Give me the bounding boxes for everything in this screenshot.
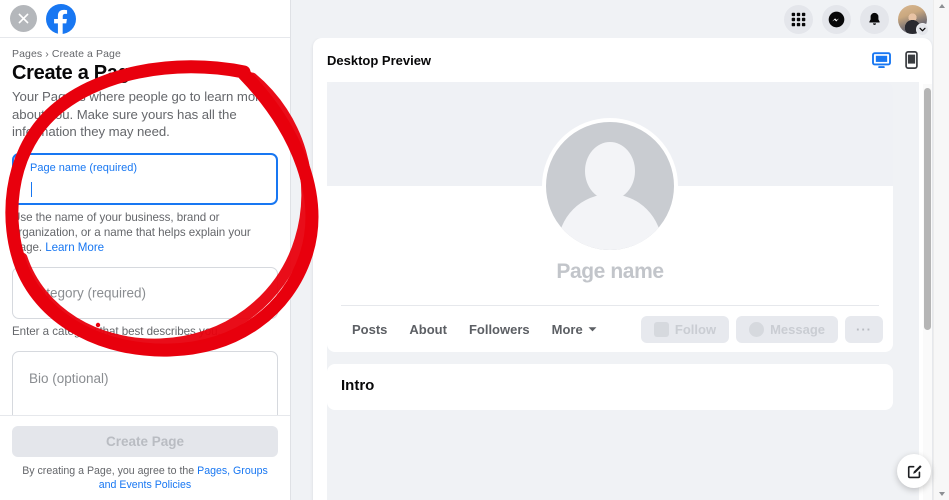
bio-label: Bio (optional)	[29, 370, 109, 386]
page-profile-avatar-icon	[542, 118, 678, 254]
sidebar-footer: Create Page By creating a Page, you agre…	[0, 415, 290, 500]
compose-glyph	[907, 464, 922, 478]
more-options-button[interactable]: ···	[845, 315, 883, 343]
follow-button[interactable]: Follow	[640, 315, 730, 343]
bell-glyph	[869, 12, 880, 25]
intro-card: Intro	[327, 364, 893, 410]
terms-text: By creating a Page, you agree to the Pag…	[12, 464, 278, 492]
terms-prefix: By creating a Page, you agree to the	[22, 465, 198, 477]
close-glyph	[18, 13, 29, 24]
chevron-down-glyph	[919, 27, 926, 31]
category-helper: Enter a category that best describes you…	[12, 324, 221, 338]
tab-followers[interactable]: Followers	[458, 322, 541, 337]
page-profile-block: Page name Posts About Followers More Fol…	[327, 118, 893, 352]
learn-more-link[interactable]: Learn More	[45, 241, 104, 254]
avatar[interactable]	[898, 4, 929, 36]
sidebar-topbar	[0, 0, 290, 38]
messenger-icon	[749, 321, 765, 337]
desktop-preview-panel: Desktop Preview Page name Posts About Fo…	[313, 38, 932, 500]
preview-title: Desktop Preview	[327, 52, 432, 68]
category-input[interactable]: Category (required)	[12, 266, 278, 319]
page-description: Your Page is where people go to learn mo…	[12, 89, 267, 139]
app-root: Pages › Create a Page Create a Page Your…	[0, 0, 949, 500]
page-name-helper: Use the name of your business, brand or …	[12, 210, 278, 255]
text-caret	[31, 181, 32, 197]
desktop-icon[interactable]	[872, 51, 891, 69]
intro-title: Intro	[341, 377, 375, 394]
preview-scroll-area: Page name Posts About Followers More Fol…	[327, 82, 919, 500]
facebook-logo-icon[interactable]	[46, 3, 76, 34]
tab-more[interactable]: More	[541, 322, 608, 337]
messenger-glyph	[828, 11, 845, 27]
page-title: Create a Page	[12, 62, 141, 84]
preview-scrollbar-track[interactable]	[923, 84, 932, 500]
tab-more-label: More	[551, 321, 583, 337]
top-navigation-bar	[291, 0, 949, 38]
bell-icon[interactable]	[860, 4, 889, 34]
chevron-down-icon	[916, 22, 929, 36]
page-name-field-group: Page name (required) Use the name of you…	[12, 152, 278, 255]
page-name-label: Page name (required)	[30, 161, 138, 174]
tab-posts[interactable]: Posts	[341, 322, 398, 337]
window-scrollbar[interactable]	[933, 0, 949, 500]
scroll-down-arrow[interactable]	[939, 492, 945, 496]
mobile-icon[interactable]	[905, 51, 918, 69]
page-name-input[interactable]: Page name (required)	[12, 152, 278, 205]
create-page-sidebar: Pages › Create a Page Create a Page Your…	[0, 0, 291, 500]
preview-scrollbar-thumb[interactable]	[924, 88, 931, 330]
compose-icon[interactable]	[897, 454, 931, 488]
grid-menu-glyph	[791, 12, 806, 26]
category-field-group: Category (required) Enter a category tha…	[12, 266, 278, 339]
follow-label: Follow	[674, 321, 717, 337]
preview-tab-bar: Posts About Followers More Follow Messag…	[327, 306, 893, 352]
message-button[interactable]: Message	[736, 315, 838, 343]
device-toggle-group	[872, 51, 918, 69]
sidebar-body: Pages › Create a Page Create a Page Your…	[0, 38, 290, 443]
chevron-down-icon	[588, 326, 597, 331]
follow-plus-icon	[653, 321, 669, 337]
grid-menu-icon[interactable]	[784, 4, 813, 34]
breadcrumb: Pages › Create a Page	[12, 48, 121, 60]
avatar-head-shape	[585, 142, 635, 200]
preview-header: Desktop Preview	[313, 38, 932, 82]
create-page-button[interactable]: Create Page	[12, 426, 278, 457]
close-icon[interactable]	[10, 5, 37, 32]
scroll-up-arrow[interactable]	[939, 4, 945, 8]
tab-about[interactable]: About	[398, 322, 458, 337]
message-label: Message	[770, 321, 825, 337]
category-label: Category (required)	[29, 285, 147, 300]
avatar-body-shape	[558, 194, 662, 250]
preview-action-buttons: Follow Message ···	[640, 315, 883, 343]
messenger-icon[interactable]	[822, 4, 851, 34]
